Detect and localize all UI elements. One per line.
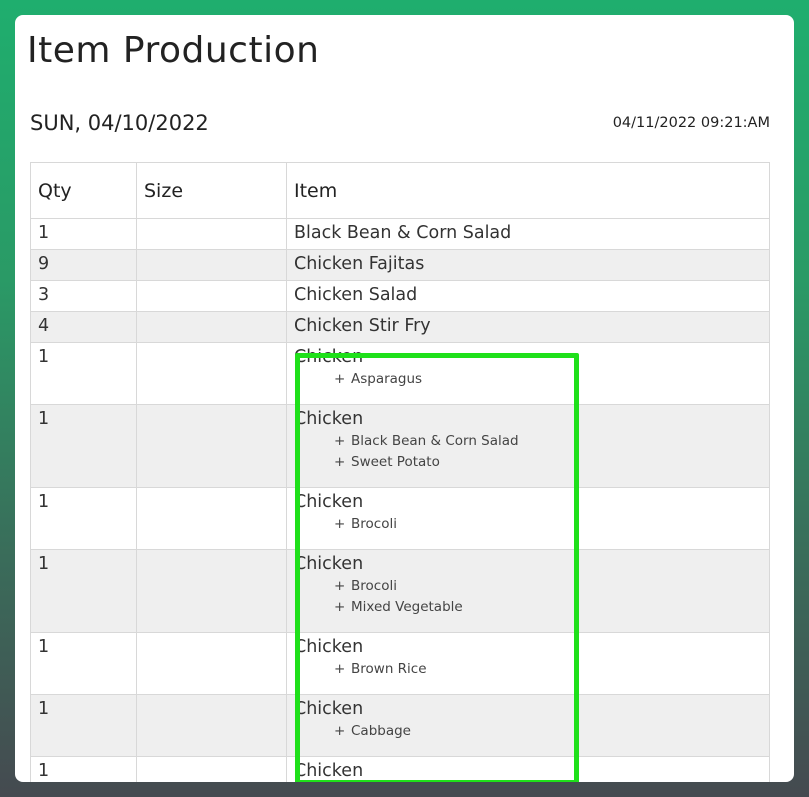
modifier-label: Brocoli: [351, 578, 397, 594]
qty-cell: 3: [30, 280, 137, 312]
size-column-header: Size: [136, 162, 287, 219]
item-cell: Chicken Stir Fry: [286, 311, 770, 343]
item-name: Chicken Salad: [294, 285, 418, 305]
item-cell: Chicken Fajitas: [286, 249, 770, 281]
item-name: Chicken: [294, 554, 364, 574]
table-row: 1 Chicken + Brocoli + Mixed Vegetable: [30, 549, 770, 633]
qty-cell: 1: [30, 549, 137, 633]
qty-cell: 1: [30, 342, 137, 405]
item-cell: Chicken + Cabbage: [286, 694, 770, 757]
modifier-label: Black Bean & Corn Salad: [351, 433, 519, 449]
item-name: Chicken: [294, 347, 364, 367]
item-cell: Black Bean & Corn Salad: [286, 218, 770, 250]
modifier-label: Sweet Potato: [351, 454, 440, 470]
table-row: 1 Chicken + Asparagus: [30, 342, 770, 405]
modifier-label: Brocoli: [351, 516, 397, 532]
modifier-label: Cabbage: [351, 723, 411, 739]
modifier-list: + Cabbage: [334, 721, 762, 742]
modifier-item: + Brown Rice: [334, 659, 762, 680]
production-table: Qty Size Item 1 Black Bean & Corn Salad 9 C…: [30, 162, 770, 782]
table-row: 1 Chicken + Brown Rice: [30, 632, 770, 695]
qty-cell: 9: [30, 249, 137, 281]
item-name: Chicken: [294, 492, 364, 512]
size-cell: [136, 280, 287, 312]
size-cell: [136, 342, 287, 405]
plus-icon: +: [334, 661, 346, 677]
modifier-item: + Asparagus: [334, 369, 762, 390]
table-row: 1 Chicken: [30, 756, 770, 782]
plus-icon: +: [334, 516, 346, 532]
size-cell: [136, 549, 287, 633]
item-name: Chicken: [294, 699, 364, 719]
modifier-item: + Cabbage: [334, 721, 762, 742]
modifier-item: + Mixed Vegetable: [334, 597, 762, 618]
size-cell: [136, 404, 287, 488]
plus-icon: +: [334, 599, 346, 615]
modifier-label: Asparagus: [351, 371, 423, 387]
qty-column-header: Qty: [30, 162, 137, 219]
table-row: 1 Chicken + Cabbage: [30, 694, 770, 757]
print-timestamp: 04/11/2022 09:21:AM: [612, 115, 770, 131]
modifier-item: + Black Bean & Corn Salad: [334, 431, 762, 452]
modifier-label: Mixed Vegetable: [351, 599, 463, 615]
item-name: Chicken: [294, 761, 364, 781]
qty-cell: 1: [30, 756, 137, 782]
modifier-list: + Black Bean & Corn Salad + Sweet Potato: [334, 431, 762, 473]
modifier-list: + Brocoli + Mixed Vegetable: [334, 576, 762, 618]
modifier-label: Brown Rice: [351, 661, 427, 677]
size-cell: [136, 632, 287, 695]
size-cell: [136, 487, 287, 550]
item-cell: Chicken + Brocoli + Mixed Vegetable: [286, 549, 770, 633]
table-row: 9 Chicken Fajitas: [30, 249, 770, 281]
qty-cell: 4: [30, 311, 137, 343]
table-row: 3 Chicken Salad: [30, 280, 770, 312]
modifier-item: + Brocoli: [334, 576, 762, 597]
plus-icon: +: [334, 723, 346, 739]
page-title: Item Production: [27, 30, 320, 71]
report-card: Item Production SUN, 04/10/2022 04/11/20…: [15, 15, 794, 782]
item-name: Chicken: [294, 409, 364, 429]
size-cell: [136, 249, 287, 281]
item-cell: Chicken: [286, 756, 770, 782]
item-cell: Chicken Salad: [286, 280, 770, 312]
size-cell: [136, 218, 287, 250]
qty-cell: 1: [30, 487, 137, 550]
modifier-list: + Asparagus: [334, 369, 762, 390]
modifier-item: + Sweet Potato: [334, 452, 762, 473]
qty-cell: 1: [30, 632, 137, 695]
item-cell: Chicken + Asparagus: [286, 342, 770, 405]
size-cell: [136, 694, 287, 757]
plus-icon: +: [334, 578, 346, 594]
table-row: 1 Chicken + Brocoli: [30, 487, 770, 550]
plus-icon: +: [334, 371, 346, 387]
size-cell: [136, 756, 287, 782]
item-cell: Chicken + Black Bean & Corn Salad + Sweet Po…: [286, 404, 770, 488]
size-cell: [136, 311, 287, 343]
modifier-list: + Brocoli: [334, 514, 762, 535]
item-name: Chicken Fajitas: [294, 254, 425, 274]
table-row: 1 Chicken + Black Bean & Corn Salad + Sweet P…: [30, 404, 770, 488]
qty-cell: 1: [30, 694, 137, 757]
qty-cell: 1: [30, 218, 137, 250]
item-cell: Chicken + Brocoli: [286, 487, 770, 550]
qty-cell: 1: [30, 404, 137, 488]
report-date: SUN, 04/10/2022: [30, 111, 209, 135]
plus-icon: +: [334, 454, 346, 470]
modifier-item: + Brocoli: [334, 514, 762, 535]
plus-icon: +: [334, 433, 346, 449]
item-name: Chicken: [294, 637, 364, 657]
table-row: 4 Chicken Stir Fry: [30, 311, 770, 343]
item-name: Black Bean & Corn Salad: [294, 223, 512, 243]
table-row: 1 Black Bean & Corn Salad: [30, 218, 770, 250]
item-cell: Chicken + Brown Rice: [286, 632, 770, 695]
item-column-header: Item: [286, 162, 770, 219]
item-name: Chicken Stir Fry: [294, 316, 431, 336]
table-header-row: Qty Size Item: [30, 162, 770, 219]
table-body: 1 Black Bean & Corn Salad 9 Chicken Fajitas…: [30, 218, 770, 782]
modifier-list: + Brown Rice: [334, 659, 762, 680]
